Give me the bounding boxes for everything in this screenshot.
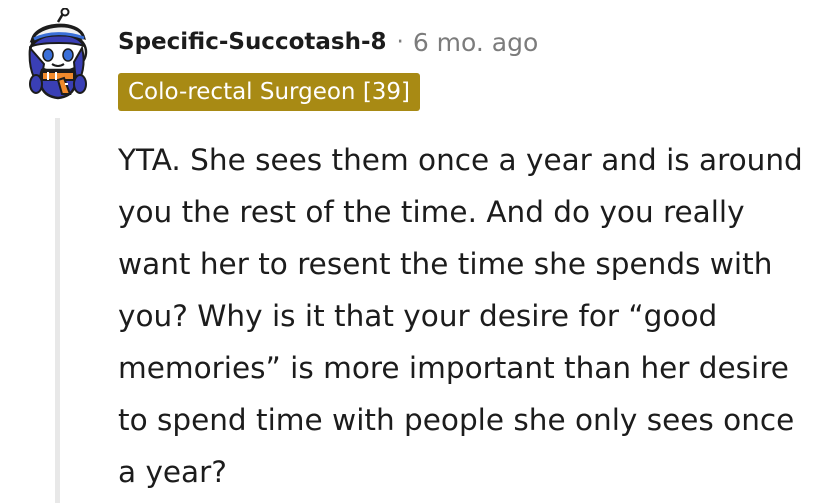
comment-body: YTA. She sees them once a year and is ar… bbox=[118, 143, 803, 489]
timestamp-link[interactable]: 6 mo. ago bbox=[413, 28, 538, 57]
comment: Specific-Succotash-8 · 6 mo. ago Colo-re… bbox=[0, 0, 824, 503]
thread-collapse-line[interactable] bbox=[55, 118, 60, 503]
user-avatar-icon[interactable] bbox=[18, 7, 100, 104]
user-flair-badge: Colo-rectal Surgeon [39] bbox=[118, 73, 421, 111]
comment-header: Specific-Succotash-8 · 6 mo. ago bbox=[118, 22, 538, 62]
username-link[interactable]: Specific-Succotash-8 bbox=[118, 29, 387, 55]
meta-separator: · bbox=[396, 29, 404, 55]
